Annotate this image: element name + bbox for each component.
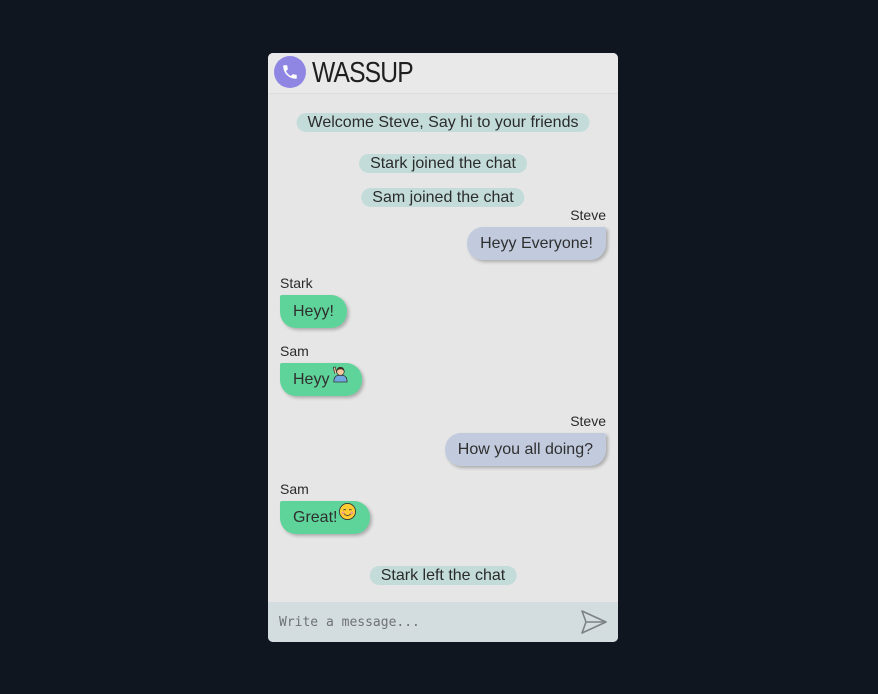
- message-text: Heyy: [293, 371, 330, 388]
- message-bubble: Heyy: [280, 362, 363, 396]
- chat-header: WASSUP: [268, 53, 618, 94]
- message-sender: Sam: [280, 343, 309, 359]
- welcome-notice: Welcome Steve, Say hi to your friends: [296, 113, 590, 132]
- message-bubble: Heyy!: [280, 295, 347, 328]
- message-sender: Steve: [570, 207, 606, 223]
- message-text: Heyy Everyone!: [480, 235, 593, 252]
- message-text: How you all doing?: [457, 441, 593, 458]
- message-text: Heyy!: [293, 303, 334, 320]
- raising-hand-emoji: [330, 362, 349, 395]
- message-bubble: Heyy Everyone!: [467, 227, 606, 260]
- send-button[interactable]: [580, 609, 608, 635]
- send-icon: [581, 610, 607, 634]
- join-notice: Sam joined the chat: [361, 188, 525, 207]
- message-text: Great!: [293, 509, 338, 526]
- message-sender: Stark: [280, 275, 313, 291]
- app-title: WASSUP: [312, 57, 414, 89]
- message-composer: [268, 602, 618, 642]
- message-input[interactable]: [268, 602, 568, 642]
- message-sender: Steve: [570, 413, 606, 429]
- join-notice: Stark joined the chat: [359, 154, 527, 173]
- smiling-face-emoji: [338, 500, 357, 533]
- message-bubble: How you all doing?: [444, 433, 606, 466]
- leave-notice: Stark left the chat: [369, 566, 517, 585]
- message-sender: Sam: [280, 481, 309, 497]
- message-bubble: Great!: [280, 500, 371, 534]
- phone-icon: [274, 56, 306, 88]
- chat-window: WASSUP Welcome Steve, Say hi to your fri…: [268, 53, 618, 642]
